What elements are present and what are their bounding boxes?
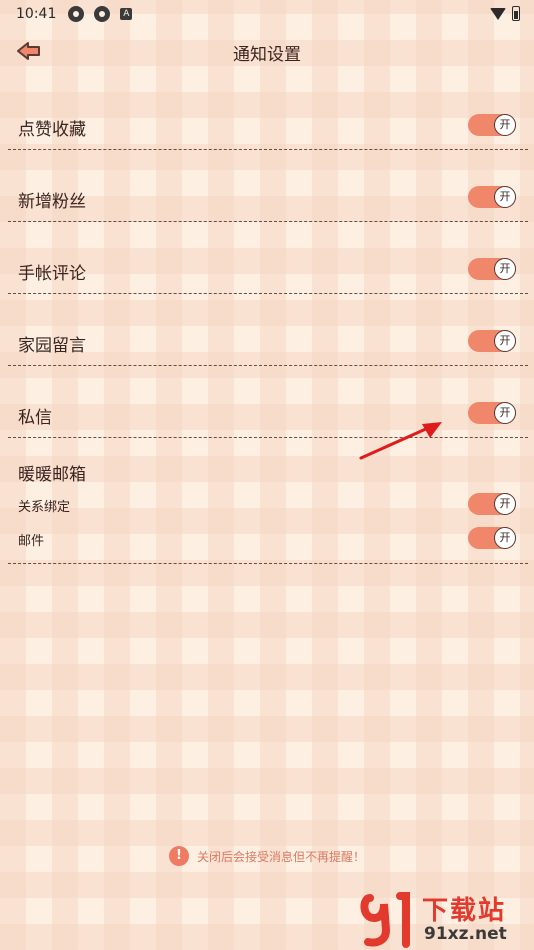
- toggle-knob: 开: [494, 402, 516, 424]
- setting-label: 手帐评论: [18, 264, 86, 284]
- warning-icon: !: [168, 846, 189, 866]
- wifi-icon: [490, 7, 506, 20]
- setting-row-fans: 新增粉丝 开: [0, 184, 534, 224]
- setting-row-comments: 手帐评论 开: [0, 256, 534, 296]
- setting-row-private: 私信 开: [0, 400, 534, 440]
- a-notification-icon: A: [120, 8, 133, 20]
- notice-text: 关闭后会接受消息但不再提醒！: [196, 849, 365, 864]
- guestbook-toggle[interactable]: 开: [468, 330, 516, 352]
- divider: [8, 221, 528, 222]
- divider: [8, 365, 528, 366]
- setting-label: 新增粉丝: [18, 192, 86, 212]
- setting-label: 私信: [18, 408, 52, 428]
- app-notification-icon: [68, 6, 85, 22]
- status-bar: 10:41 A: [0, 0, 534, 28]
- header: 通知设置: [0, 36, 534, 68]
- status-right: [490, 6, 520, 21]
- setting-row-mail: 邮件 开: [0, 526, 534, 550]
- toggle-knob: 开: [494, 186, 516, 208]
- setting-row-binding: 关系绑定 开: [0, 492, 534, 516]
- mail-toggle[interactable]: 开: [468, 527, 516, 549]
- setting-row-likes: 点赞收藏 开: [0, 112, 534, 152]
- toggle-knob: 开: [494, 527, 516, 549]
- watermark: 下载站 91xz.net: [360, 890, 530, 948]
- divider: [8, 437, 528, 438]
- watermark-logo-icon: [360, 892, 410, 948]
- private-message-toggle[interactable]: 开: [468, 402, 516, 424]
- page-title: 通知设置: [233, 45, 301, 65]
- toggle-knob: 开: [494, 330, 516, 352]
- likes-toggle[interactable]: 开: [468, 114, 516, 136]
- divider: [8, 563, 528, 564]
- divider: [8, 293, 528, 294]
- toggle-knob: 开: [494, 258, 516, 280]
- watermark-title: 下载站: [422, 896, 507, 926]
- fans-toggle[interactable]: 开: [468, 186, 516, 208]
- toggle-knob: 开: [494, 493, 516, 515]
- watermark-url: 91xz.net: [424, 924, 507, 944]
- divider: [8, 149, 528, 150]
- setting-label: 家园留言: [18, 336, 86, 356]
- setting-label: 关系绑定: [18, 500, 71, 515]
- comments-toggle[interactable]: 开: [468, 258, 516, 280]
- mailbox-header: 暖暖邮箱: [0, 460, 534, 485]
- mailbox-title: 暖暖邮箱: [18, 465, 86, 485]
- toggle-knob: 开: [494, 114, 516, 136]
- setting-label: 邮件: [18, 534, 45, 549]
- setting-row-messages: 家园留言 开: [0, 328, 534, 368]
- notice: ! 关闭后会接受消息但不再提醒！: [0, 846, 534, 866]
- setting-label: 点赞收藏: [18, 120, 86, 140]
- binding-toggle[interactable]: 开: [468, 493, 516, 515]
- status-time: 10:41: [16, 6, 57, 22]
- app-notification-icon-2: [94, 6, 111, 22]
- annotation-arrow-icon: [359, 422, 442, 460]
- battery-icon: [512, 6, 520, 21]
